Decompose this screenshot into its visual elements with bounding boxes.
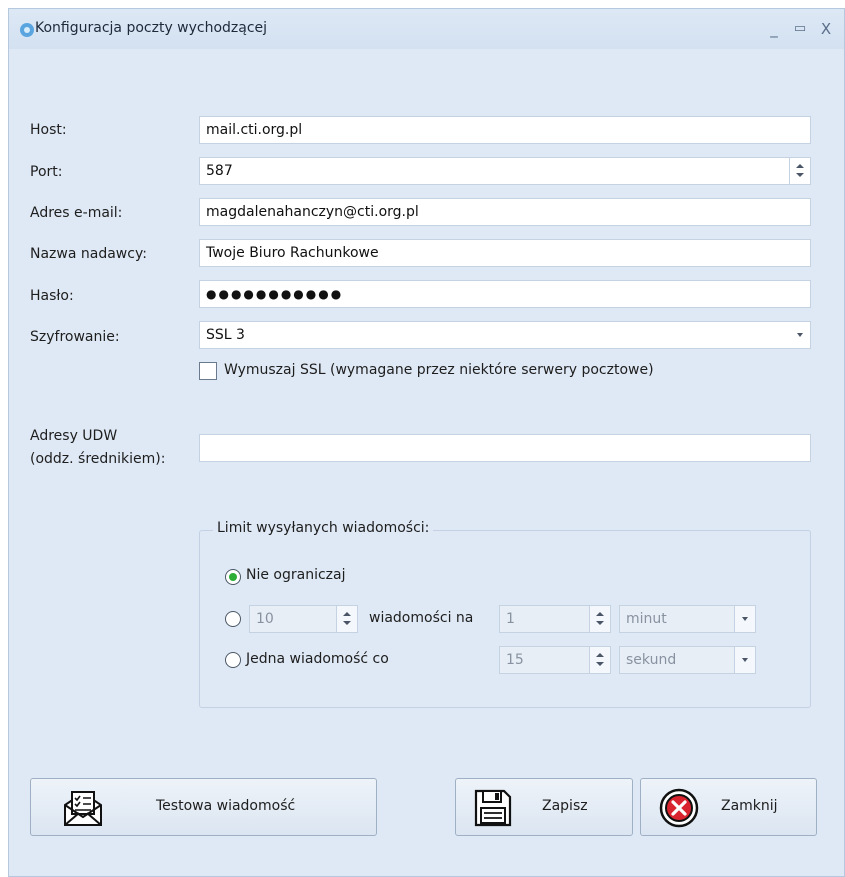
message-count-value: 10	[256, 611, 274, 627]
test-message-button[interactable]: Testowa wiadomość	[30, 778, 377, 836]
force-ssl-label[interactable]: Wymuszaj SSL (wymagane przez niektóre se…	[224, 362, 654, 378]
interval-stepper[interactable]: 15	[499, 646, 611, 674]
sender-name-input[interactable]: Twoje Biuro Rachunkowe	[199, 239, 811, 267]
encryption-label: Szyfrowanie:	[30, 329, 120, 345]
email-input[interactable]: magdalenahanczyn@cti.org.pl	[199, 198, 811, 226]
sender-label: Nazwa nadawcy:	[30, 246, 147, 262]
host-input[interactable]: mail.cti.org.pl	[199, 116, 811, 144]
save-button[interactable]: Zapisz	[455, 778, 633, 836]
dropdown-arrow-icon[interactable]	[734, 647, 755, 673]
password-input[interactable]: ●●●●●●●●●●●	[199, 280, 811, 308]
interval-value: 15	[506, 652, 524, 668]
bcc-label-line2: (oddz. średnikiem):	[30, 451, 166, 467]
limit-group-title: Limit wysyłanych wiadomości:	[213, 520, 434, 536]
spin-down-icon[interactable]	[796, 173, 804, 177]
spin-up-icon[interactable]	[596, 653, 604, 657]
app-icon	[20, 23, 34, 37]
maximize-button[interactable]: ▭	[789, 19, 811, 39]
test-button-label: Testowa wiadomość	[156, 798, 296, 814]
radio-interval-label[interactable]: Jedna wiadomość co	[246, 651, 389, 667]
count-spin-buttons[interactable]	[336, 606, 357, 632]
period-unit-select[interactable]: minut	[619, 605, 756, 633]
force-ssl-checkbox[interactable]	[199, 362, 217, 380]
radio-unlimited[interactable]	[225, 569, 241, 585]
floppy-disk-icon	[474, 789, 512, 827]
close-button[interactable]: Zamknij	[640, 778, 817, 836]
close-button-label: Zamknij	[721, 798, 778, 814]
port-stepper[interactable]: 587	[199, 157, 811, 185]
spin-up-icon[interactable]	[343, 612, 351, 616]
spin-up-icon[interactable]	[596, 612, 604, 616]
radio-per-period[interactable]	[225, 611, 241, 627]
email-label: Adres e-mail:	[30, 205, 123, 221]
port-spin-buttons[interactable]	[789, 158, 810, 184]
dropdown-arrow-icon[interactable]	[790, 322, 810, 348]
radio-interval[interactable]	[225, 652, 241, 668]
port-label: Port:	[30, 164, 63, 180]
spin-down-icon[interactable]	[596, 621, 604, 625]
bcc-label-line1: Adresy UDW	[30, 428, 118, 444]
encryption-value: SSL 3	[206, 327, 245, 343]
title-bar[interactable]: Konfiguracja poczty wychodzącej _ ▭ X	[9, 9, 844, 49]
dropdown-arrow-icon[interactable]	[734, 606, 755, 632]
interval-unit-select[interactable]: sekund	[619, 646, 756, 674]
interval-unit-value: sekund	[626, 652, 677, 668]
minimize-button[interactable]: _	[763, 19, 785, 39]
radio-unlimited-label[interactable]: Nie ograniczaj	[246, 567, 346, 583]
spin-down-icon[interactable]	[596, 662, 604, 666]
interval-spin-buttons[interactable]	[589, 647, 610, 673]
period-value: 1	[506, 611, 515, 627]
envelope-checklist-icon	[64, 791, 102, 826]
host-label: Host:	[30, 122, 67, 138]
spin-up-icon[interactable]	[796, 164, 804, 168]
save-button-label: Zapisz	[542, 798, 588, 814]
messages-per-label: wiadomości na	[369, 610, 474, 626]
encryption-select[interactable]: SSL 3	[199, 321, 811, 349]
period-unit-value: minut	[626, 611, 667, 627]
password-label: Hasło:	[30, 288, 74, 304]
spin-down-icon[interactable]	[343, 621, 351, 625]
message-count-stepper[interactable]: 10	[249, 605, 358, 633]
close-circle-icon	[659, 788, 699, 828]
bcc-input[interactable]	[199, 434, 811, 462]
window-title: Konfiguracja poczty wychodzącej	[35, 20, 268, 36]
period-spin-buttons[interactable]	[589, 606, 610, 632]
period-stepper[interactable]: 1	[499, 605, 611, 633]
port-value: 587	[206, 163, 233, 179]
close-window-button[interactable]: X	[815, 19, 837, 39]
